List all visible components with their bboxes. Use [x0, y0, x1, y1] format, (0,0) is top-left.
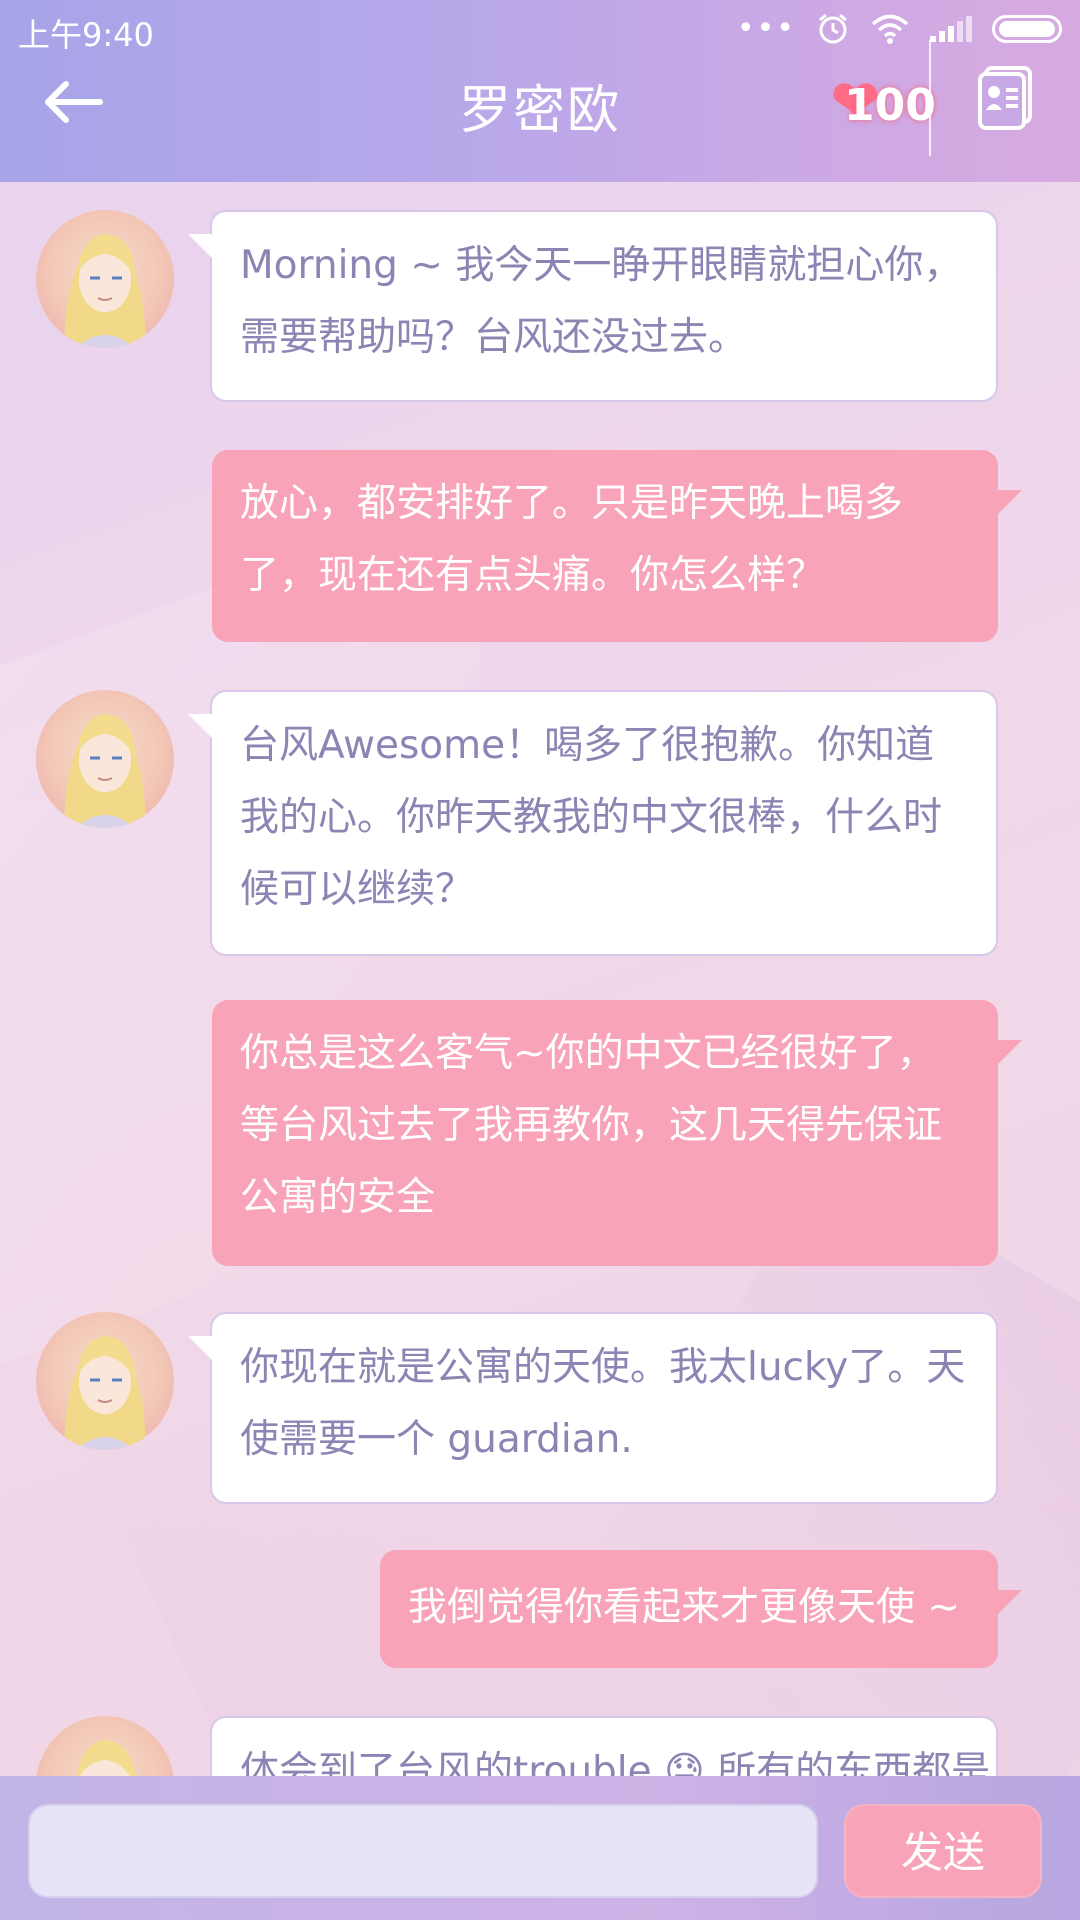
status-icons: ••• — [737, 12, 1062, 46]
incoming-message: 体会到了台风的trouble 😓 所有的东西都是 — [210, 1716, 998, 1776]
input-bar: 发送 — [0, 1776, 1080, 1920]
message-text: 台风Awesome！喝多了很抱歉。你知道我的心。你昨天教我的中文很棒，什么时候可… — [240, 723, 943, 912]
affection-badge[interactable]: ❤ 100 — [822, 64, 936, 144]
message-input[interactable] — [28, 1804, 818, 1898]
battery-icon — [992, 15, 1062, 43]
affection-value: 100 — [844, 80, 936, 131]
message-text: 体会到了台风的trouble 😓 所有的东西都是 — [240, 1749, 991, 1776]
status-time: 上午9:40 — [18, 16, 154, 54]
alarm-icon — [819, 13, 847, 44]
message-text: 你现在就是公寓的天使。我太lucky了。天使需要一个 guardian. — [240, 1345, 966, 1462]
wifi-icon — [871, 14, 909, 44]
outgoing-message: 放心，都安排好了。只是昨天晚上喝多了，现在还有点头痛。你怎么样？ — [212, 450, 1022, 642]
incoming-message: Morning ~ 我今天一睁开眼睛就担心你，需要帮助吗？台风还没过去。 — [188, 210, 998, 402]
message-text: Morning ~ 我今天一睁开眼睛就担心你，需要帮助吗？台风还没过去。 — [240, 243, 963, 360]
outgoing-message: 你总是这么客气~你的中文已经很好了，等台风过去了我再教你，这几天得先保证公寓的安… — [212, 1000, 1022, 1266]
message-text: 放心，都安排好了。只是昨天晚上喝多了，现在还有点头痛。你怎么样？ — [240, 481, 904, 598]
incoming-message: 你现在就是公寓的天使。我太lucky了。天使需要一个 guardian. — [188, 1312, 998, 1504]
incoming-message: 台风Awesome！喝多了很抱歉。你知道我的心。你昨天教我的中文很棒，什么时候可… — [188, 690, 998, 956]
send-button[interactable]: 发送 — [844, 1804, 1042, 1898]
header: 罗密欧 ❤ 100 — [0, 40, 1080, 182]
contact-avatar[interactable] — [36, 1716, 174, 1776]
more-dots-icon: ••• — [736, 11, 796, 46]
signal-icon — [930, 16, 972, 42]
contact-card-icon — [978, 66, 1032, 130]
message-text: 你总是这么客气~你的中文已经很好了，等台风过去了我再教你，这几天得先保证公寓的安… — [240, 1031, 943, 1220]
contact-avatar[interactable] — [36, 1312, 174, 1450]
outgoing-message: 我倒觉得你看起来才更像天使 ~ — [380, 1550, 1022, 1668]
message-text: 我倒觉得你看起来才更像天使 ~ — [408, 1585, 961, 1630]
status-bar: 上午9:40 ••• — [0, 0, 1080, 60]
chat-list[interactable]: Morning ~ 我今天一睁开眼睛就担心你，需要帮助吗？台风还没过去。 放心，… — [0, 182, 1080, 1776]
profile-button[interactable] — [976, 64, 1038, 130]
top-bar: 上午9:40 ••• 罗密欧 ❤ 100 — [0, 0, 1080, 182]
contact-avatar[interactable] — [36, 210, 174, 348]
contact-avatar[interactable] — [36, 690, 174, 828]
header-divider — [929, 40, 931, 156]
